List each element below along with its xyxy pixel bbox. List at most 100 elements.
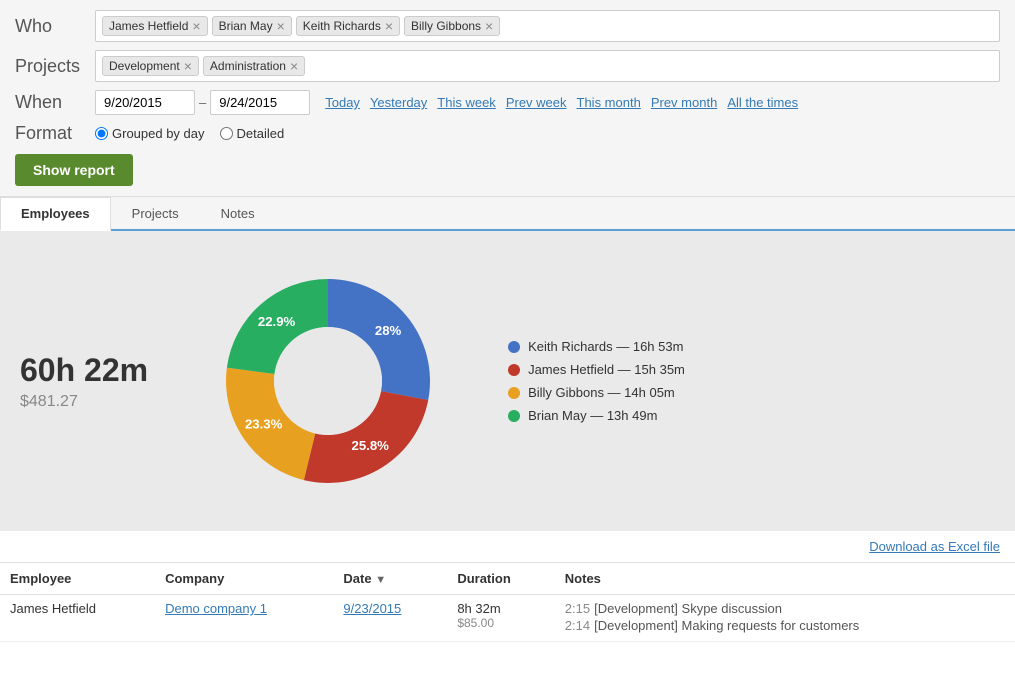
legend-dot-1 [508, 364, 520, 376]
who-tag-label: Keith Richards [303, 19, 381, 33]
date-link-row-0[interactable]: 9/23/2015 [343, 601, 401, 616]
donut-svg: 28%25.8%23.3%22.9% [208, 261, 448, 501]
cell-company-0: Demo company 1 [155, 595, 333, 642]
project-tag-remove[interactable]: × [184, 59, 192, 73]
who-filter-box[interactable]: James Hetfield× Brian May × Keith Richards ×… [95, 10, 1000, 42]
who-tag-remove[interactable]: × [485, 19, 493, 33]
project-tag-admin: Administration × [203, 56, 305, 76]
col-notes: Notes [555, 563, 1015, 595]
who-tag-label: Billy Gibbons [411, 19, 481, 33]
date-shortcuts: Today Yesterday This week Prev week This mon… [325, 95, 798, 110]
chart-total-time: 60h 22m [20, 352, 148, 389]
projects-row: Projects Development × Administration × [15, 50, 1000, 82]
format-row: Format Grouped by day Detailed [15, 123, 1000, 144]
format-grouped[interactable]: Grouped by day [95, 126, 205, 141]
note-line-0-1: 2:14 [Development] Making requests for cu… [565, 618, 1005, 633]
duration-value-0: 8h 32m [457, 601, 544, 616]
table-row-0: James Hetfield Demo company 1 9/23/2015 … [0, 595, 1015, 642]
donut-label-0: 28% [375, 323, 402, 338]
table-header-row: Employee Company Date ▼ Duration Notes [0, 563, 1015, 595]
who-tag-remove[interactable]: × [192, 19, 200, 33]
duration-money-0: $85.00 [457, 616, 544, 630]
tab-projects[interactable]: Projects [111, 197, 200, 229]
show-report-button[interactable]: Show report [15, 154, 133, 186]
table-section: Employee Company Date ▼ Duration Notes J… [0, 563, 1015, 642]
who-tag-remove[interactable]: × [277, 19, 285, 33]
chart-section: 60h 22m $481.27 28%25.8%23.3%22.9% Keith… [0, 231, 1015, 531]
who-row: Who James Hetfield×Brian May×Keith Richa… [15, 10, 1000, 42]
date-link-prev-month[interactable]: Prev month [651, 95, 717, 110]
who-label: Who [15, 16, 95, 37]
cell-date-0: 9/23/2015 [333, 595, 447, 642]
chart-legend: Keith Richards — 16h 53m James Hetfield … [508, 339, 685, 423]
legend-item-1: James Hetfield — 15h 35m [508, 362, 685, 377]
chart-total-money: $481.27 [20, 393, 148, 411]
date-link-all-times[interactable]: All the times [727, 95, 798, 110]
note-text-0-1: [Development] Making requests for custom… [594, 618, 859, 633]
legend-item-2: Billy Gibbons — 14h 05m [508, 385, 685, 400]
legend-label-3: Brian May — 13h 49m [528, 408, 657, 423]
legend-dot-3 [508, 410, 520, 422]
date-link-yesterday[interactable]: Yesterday [370, 95, 427, 110]
who-tag-remove[interactable]: × [385, 19, 393, 33]
col-company: Company [155, 563, 333, 595]
format-detailed-label: Detailed [237, 126, 285, 141]
who-tag-james: James Hetfield× [102, 16, 208, 36]
date-sort-icon: ▼ [375, 574, 386, 586]
donut-chart: 28%25.8%23.3%22.9% [208, 261, 448, 501]
report-table: Employee Company Date ▼ Duration Notes J… [0, 563, 1015, 642]
legend-item-0: Keith Richards — 16h 53m [508, 339, 685, 354]
donut-label-3: 22.9% [258, 314, 296, 329]
date-link-this-month[interactable]: This month [577, 95, 641, 110]
who-tag-billy: Billy Gibbons × [404, 16, 500, 36]
download-section: Download as Excel file [0, 531, 1015, 563]
project-tag-label: Development [109, 59, 180, 73]
filter-section: Who James Hetfield×Brian May×Keith Richa… [0, 0, 1015, 197]
date-from-input[interactable] [95, 90, 195, 115]
when-label: When [15, 92, 95, 113]
col-date[interactable]: Date ▼ [333, 563, 447, 595]
when-row: When – TodayYesterdayThis weekPrev weekT… [15, 90, 1000, 115]
legend-dot-0 [508, 341, 520, 353]
date-separator: – [199, 95, 206, 110]
legend-item-3: Brian May — 13h 49m [508, 408, 685, 423]
who-tag-keith: Keith Richards × [296, 16, 400, 36]
tabs-bar: EmployeesProjectsNotes [0, 197, 1015, 231]
tab-employees[interactable]: Employees [0, 197, 111, 231]
legend-label-0: Keith Richards — 16h 53m [528, 339, 683, 354]
col-employee: Employee [0, 563, 155, 595]
date-link-prev-week[interactable]: Prev week [506, 95, 567, 110]
project-tag-remove[interactable]: × [290, 59, 298, 73]
format-detailed-radio[interactable] [220, 127, 233, 140]
tab-notes[interactable]: Notes [200, 197, 276, 229]
legend-label-2: Billy Gibbons — 14h 05m [528, 385, 675, 400]
legend-dot-2 [508, 387, 520, 399]
project-tag-label: Administration [210, 59, 286, 73]
project-tag-dev: Development × [102, 56, 199, 76]
note-line-0-0: 2:15[Development] Skype discussion [565, 601, 1005, 616]
format-detailed[interactable]: Detailed [220, 126, 285, 141]
col-duration: Duration [447, 563, 554, 595]
format-label: Format [15, 123, 95, 144]
note-num-0-1: 2:14 [565, 618, 590, 633]
download-excel-link[interactable]: Download as Excel file [869, 539, 1000, 554]
date-link-this-week[interactable]: This week [437, 95, 496, 110]
who-tag-brian: Brian May × [212, 16, 292, 36]
projects-label: Projects [15, 56, 95, 77]
donut-center [274, 327, 382, 435]
cell-notes-0: 2:15[Development] Skype discussion 2:14 [D… [555, 595, 1015, 642]
note-num-0-0: 2:15 [565, 601, 590, 616]
cell-employee-0: James Hetfield [0, 595, 155, 642]
donut-label-1: 25.8% [352, 438, 390, 453]
format-options: Grouped by day Detailed [95, 126, 284, 141]
date-range: – [95, 90, 310, 115]
format-grouped-radio[interactable] [95, 127, 108, 140]
projects-filter-box[interactable]: Development × Administration × [95, 50, 1000, 82]
company-link-0[interactable]: Demo company 1 [165, 601, 267, 616]
who-tag-label: Brian May [219, 19, 273, 33]
format-grouped-label: Grouped by day [112, 126, 205, 141]
date-to-input[interactable] [210, 90, 310, 115]
legend-label-1: James Hetfield — 15h 35m [528, 362, 685, 377]
date-link-today[interactable]: Today [325, 95, 360, 110]
cell-duration-0: 8h 32m $85.00 [447, 595, 554, 642]
